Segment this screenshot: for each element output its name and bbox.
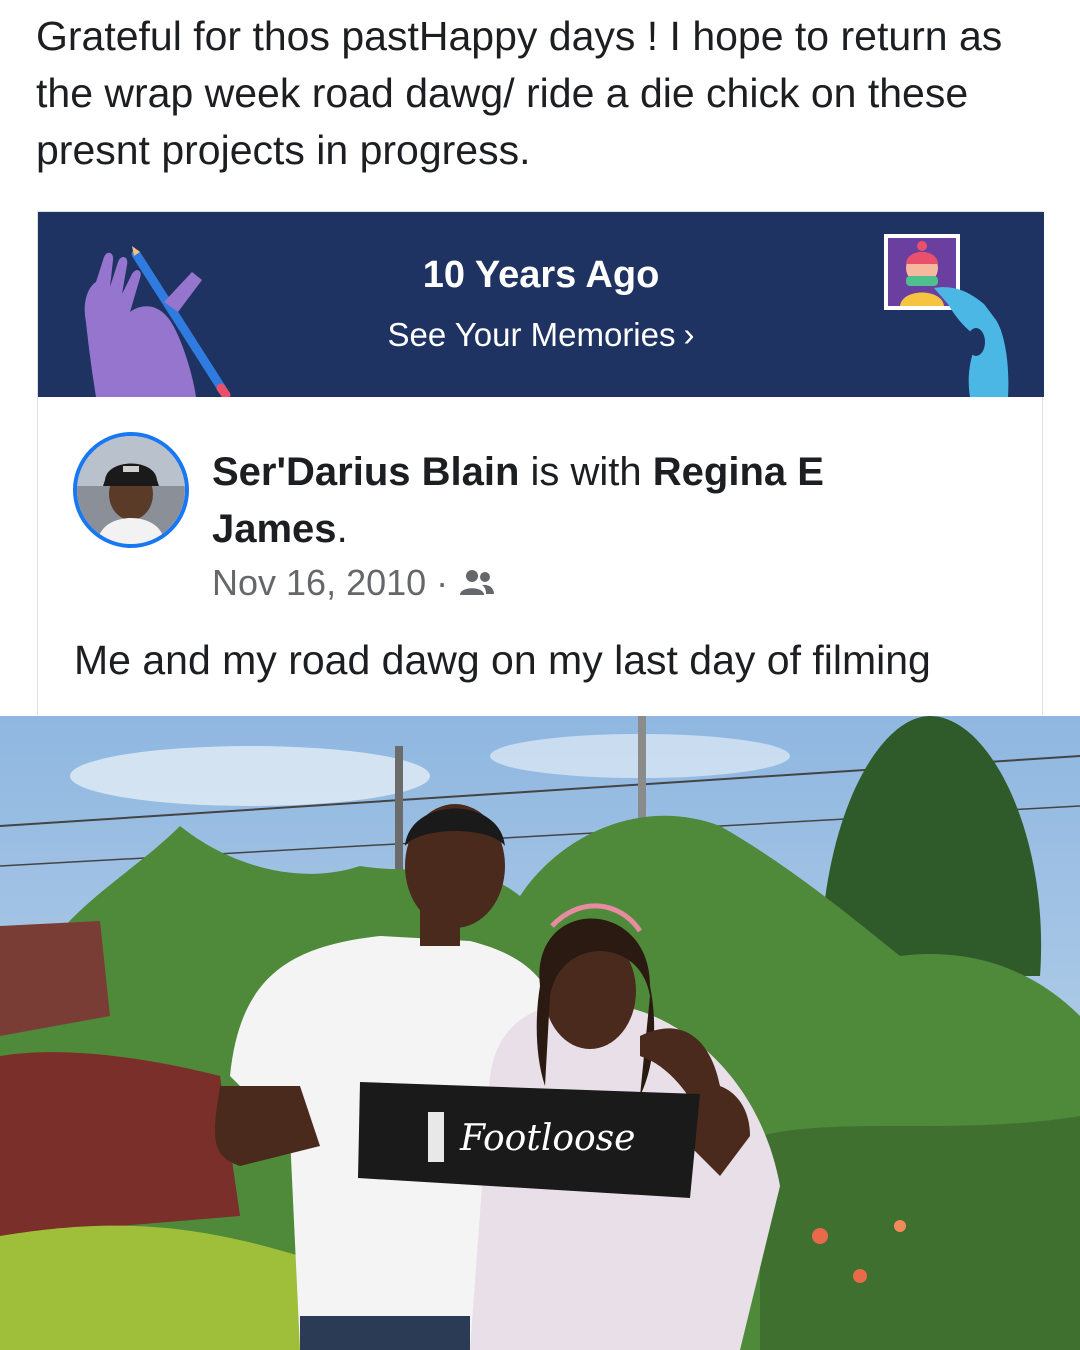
header-period: . [336, 507, 348, 551]
post-date[interactable]: Nov 16, 2010 [212, 562, 426, 604]
photo-hand-icon [884, 234, 1009, 397]
chevron-right-icon: › [683, 316, 695, 353]
with-text: is with [519, 450, 653, 494]
post-caption: Grateful for thos pastHappy days ! I hop… [36, 13, 1003, 173]
post-meta: Nov 16, 2010 · [212, 562, 496, 604]
meta-separator: · [436, 562, 449, 603]
memories-banner[interactable]: 10 Years Ago See Your Memories › [38, 212, 1044, 397]
memory-card: 10 Years Ago See Your Memories › Ser'Dar… [37, 211, 1044, 717]
photo-scene: Footloose [0, 716, 1080, 1350]
friends-icon [460, 570, 495, 595]
post-header: Ser'Darius Blain is with Regina E James. [212, 444, 952, 558]
avatar[interactable] [73, 432, 189, 548]
post-text: Me and my road dawg on my last day of fi… [74, 637, 931, 683]
author-name[interactable]: Ser'Darius Blain [212, 450, 519, 494]
banner-text: Footloose [459, 1118, 635, 1159]
profile-photo [77, 436, 185, 544]
memory-post: Ser'Darius Blain is with Regina E James.… [38, 397, 1042, 717]
post-photo[interactable]: Footloose [0, 716, 1080, 1350]
see-memories-label: See Your Memories [387, 316, 676, 353]
